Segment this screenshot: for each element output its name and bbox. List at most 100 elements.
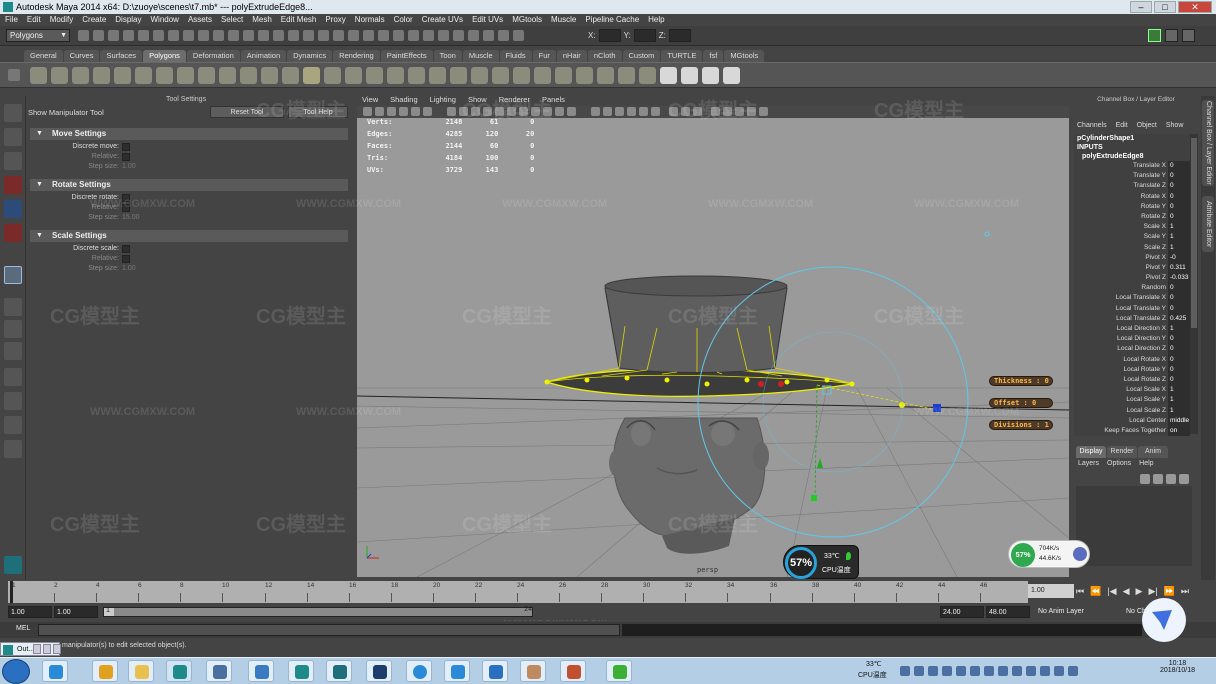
go-to-end-icon[interactable]: ⏭ — [1181, 586, 1189, 597]
channel-attr-rotate-x[interactable]: Rotate X0 — [1074, 191, 1190, 202]
frame-all-icon[interactable] — [681, 107, 690, 116]
tray-volume-icon[interactable] — [1012, 666, 1022, 676]
current-time-indicator[interactable] — [10, 581, 13, 603]
motion-blur-icon[interactable] — [627, 107, 636, 116]
new-empty-layer-icon[interactable] — [1166, 474, 1176, 484]
poly-pyramid-icon[interactable] — [177, 67, 194, 84]
end-time-field[interactable]: 48.00 — [986, 606, 1030, 618]
channel-attr-value[interactable]: 1 — [1168, 405, 1190, 416]
setting-checkbox[interactable] — [122, 194, 130, 202]
taskbar-ie[interactable] — [42, 660, 68, 682]
taskbar-maya3[interactable] — [326, 660, 352, 682]
persp-graph-layout-icon[interactable] — [4, 368, 22, 386]
rotate-tool-icon[interactable] — [4, 200, 22, 218]
tab-display[interactable]: Display — [1076, 446, 1106, 458]
channel-attr-local-rotate-y[interactable]: Local Rotate Y0 — [1074, 364, 1190, 375]
depth-of-field-icon[interactable] — [651, 107, 660, 116]
border-icon[interactable] — [438, 30, 449, 41]
toggle-tool-settings-button[interactable] — [1165, 29, 1178, 42]
menu-edit[interactable]: Edit — [27, 14, 41, 26]
channel-attr-local-translate-z[interactable]: Local Translate Z 0.425 — [1074, 313, 1190, 324]
channel-attr-value[interactable]: 0 — [1168, 344, 1190, 355]
channel-attr-value[interactable]: 1 — [1168, 222, 1190, 233]
input-node-name[interactable]: polyExtrudeEdge8 — [1074, 152, 1190, 161]
menu-set-selector[interactable]: Polygons ▼ — [6, 29, 70, 42]
menu-layers[interactable]: Layers — [1078, 460, 1099, 467]
in-view-offset[interactable]: Offset : 0 — [989, 398, 1053, 408]
ipr-render-icon[interactable] — [288, 30, 299, 41]
channel-attr-value[interactable]: 0 — [1168, 191, 1190, 202]
save-scene-icon[interactable] — [108, 30, 119, 41]
taskbar-ie2[interactable] — [92, 660, 118, 682]
channel-menu-show[interactable]: Show — [1166, 120, 1184, 132]
menu-create[interactable]: Create — [82, 14, 106, 26]
setting-checkbox[interactable] — [122, 255, 130, 263]
menu-window[interactable]: Window — [151, 14, 179, 26]
channel-menu-object[interactable]: Object — [1137, 120, 1157, 132]
tray-settings-icon[interactable] — [928, 666, 938, 676]
range-slider[interactable]: 1 24 — [103, 606, 533, 617]
hud-icon[interactable] — [723, 107, 732, 116]
poly-sphere-icon[interactable] — [30, 67, 47, 84]
menu-help[interactable]: Help — [648, 14, 664, 26]
taskbar-globe[interactable] — [206, 660, 232, 682]
poly-prism-icon[interactable] — [156, 67, 173, 84]
render-view-icon[interactable] — [258, 30, 269, 41]
ambient-occlusion-icon[interactable] — [615, 107, 624, 116]
system-clock[interactable]: 10:18 2018/10/18 — [1160, 660, 1195, 674]
channel-attr-keep-faces-together[interactable]: Keep Faces Together on — [1074, 425, 1190, 436]
taskbar-explorer[interactable] — [128, 660, 154, 682]
channel-attr-scale-z[interactable]: Scale Z1 — [1074, 242, 1190, 253]
shrink-icon[interactable] — [468, 30, 479, 41]
poly-plane-icon[interactable] — [114, 67, 131, 84]
snap-curve-icon[interactable] — [198, 30, 209, 41]
shelf-tab-dynamics[interactable]: Dynamics — [287, 50, 333, 62]
channel-menu-channels[interactable]: Channels — [1077, 120, 1107, 132]
channel-attr-value[interactable]: 0.311 — [1168, 262, 1190, 274]
setting-checkbox[interactable] — [122, 245, 130, 253]
pick-mask-icon[interactable] — [168, 30, 179, 41]
tray-ch-icon[interactable] — [998, 666, 1008, 676]
isolate-select-icon[interactable] — [669, 107, 678, 116]
menu-color[interactable]: Color — [394, 14, 413, 26]
shelf-tab-general[interactable]: General — [24, 50, 63, 62]
step-back-key-icon[interactable]: |◀ — [1107, 586, 1116, 597]
viewport-menu-renderer[interactable]: Renderer — [499, 94, 530, 106]
film-gate-icon[interactable] — [423, 107, 432, 116]
sculpt-icon[interactable] — [498, 30, 509, 41]
channel-attr-value[interactable]: 0 — [1168, 364, 1190, 375]
render-settings-icon[interactable] — [303, 30, 314, 41]
custom-layout-icon[interactable] — [4, 440, 22, 458]
open-scene-icon[interactable] — [93, 30, 104, 41]
move-layer-up-icon[interactable] — [1140, 474, 1150, 484]
select-component-icon[interactable] — [153, 30, 164, 41]
loop-icon[interactable] — [408, 30, 419, 41]
channel-attr-pivot-y[interactable]: Pivot Y 0.311 — [1074, 262, 1190, 274]
start-time-field[interactable]: 1.00 — [8, 606, 52, 618]
tab-channel-box-layer-editor[interactable]: Channel Box / Layer Editor — [1202, 100, 1214, 186]
render-icon[interactable] — [273, 30, 284, 41]
menu-assets[interactable]: Assets — [188, 14, 212, 26]
poly-cylinder-icon[interactable] — [72, 67, 89, 84]
menu-edit-uvs[interactable]: Edit UVs — [472, 14, 503, 26]
move-tool-icon[interactable] — [4, 176, 22, 194]
move-layer-down-icon[interactable] — [1153, 474, 1163, 484]
taskbar-maya[interactable] — [166, 660, 192, 682]
setting-checkbox[interactable] — [122, 204, 130, 212]
collapse-arrow-icon[interactable]: ▼ — [36, 128, 43, 140]
toggle-attribute-editor-button[interactable] — [1148, 29, 1161, 42]
z-field[interactable] — [668, 29, 691, 42]
taskbar-maya2[interactable] — [288, 660, 314, 682]
channel-attr-random[interactable]: Random 0 — [1074, 283, 1190, 294]
combine-icon[interactable] — [282, 67, 299, 84]
tool-help-button[interactable]: Tool Help — [288, 106, 348, 118]
channel-attr-local-direction-y[interactable]: Local Direction Y0 — [1074, 334, 1190, 345]
taskbar-mail[interactable] — [482, 660, 508, 682]
channel-attr-scale-x[interactable]: Scale X1 — [1074, 222, 1190, 233]
menu-help[interactable]: Help — [1139, 460, 1153, 467]
tray-keyboard-icon[interactable] — [1068, 666, 1078, 676]
step-forward-icon[interactable]: ⏩ — [1164, 586, 1175, 597]
anti-alias-icon[interactable] — [639, 107, 648, 116]
scale-tool-icon[interactable] — [4, 224, 22, 242]
section-move-settings[interactable]: ▼ Move Settings — [30, 128, 348, 140]
